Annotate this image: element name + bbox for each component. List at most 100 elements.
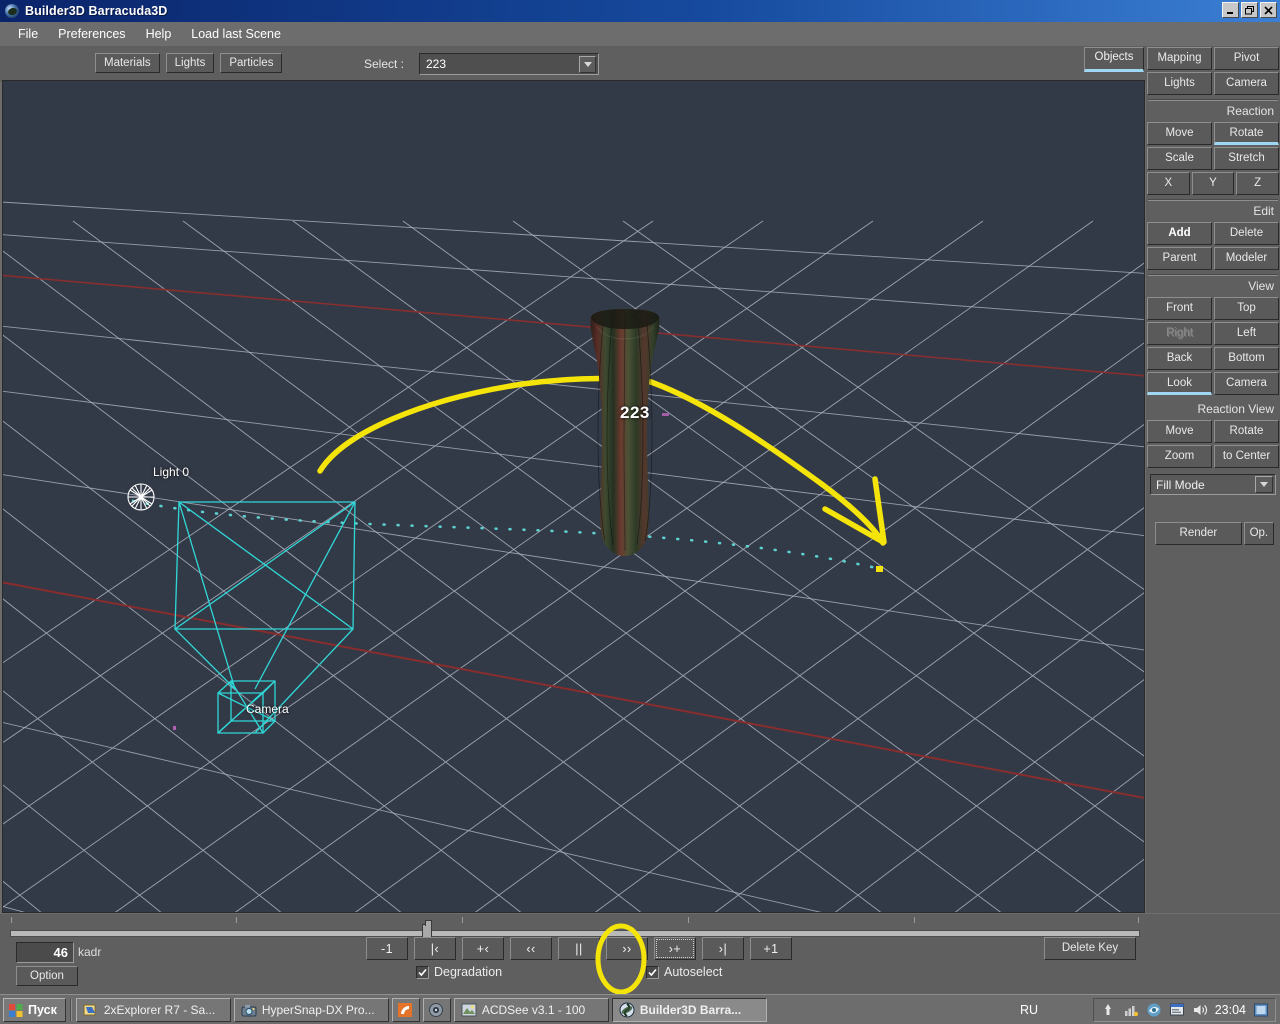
menu-item-help[interactable]: Help xyxy=(136,25,182,43)
render-options-button[interactable]: Op. xyxy=(1244,522,1274,545)
taskbar-item-label: 2xExplorer R7 - Sa... xyxy=(104,1003,215,1017)
view-front-button[interactable]: Front xyxy=(1147,297,1212,320)
timeline-track[interactable] xyxy=(10,930,1140,937)
degradation-checkbox-row[interactable]: Degradation xyxy=(416,965,502,979)
autoselect-checkbox-row[interactable]: Autoselect xyxy=(646,965,722,979)
menu-item-preferences[interactable]: Preferences xyxy=(48,25,135,43)
option-button[interactable]: Option xyxy=(16,966,78,986)
ground-grid-rows xyxy=(3,199,1145,913)
display-icon[interactable] xyxy=(1253,1002,1269,1018)
tab-objects[interactable]: Objects xyxy=(1084,47,1144,72)
render-row: Render Op. xyxy=(1154,521,1275,546)
taskbar-divider xyxy=(70,999,72,1021)
degradation-label: Degradation xyxy=(434,965,502,979)
app-logo-icon xyxy=(4,3,20,19)
play-forward-button[interactable]: ›› xyxy=(606,937,648,960)
axis-y-button[interactable]: Y xyxy=(1192,172,1235,195)
axis-x-button[interactable]: X xyxy=(1147,172,1190,195)
minimize-button[interactable] xyxy=(1222,2,1239,18)
view-look-button[interactable]: Look xyxy=(1147,372,1212,395)
taskbar-item-label: HyperSnap-DX Pro... xyxy=(262,1003,375,1017)
restore-button[interactable] xyxy=(1241,2,1258,18)
windows-logo-icon xyxy=(8,1002,24,1018)
browser-icon[interactable] xyxy=(1146,1002,1162,1018)
go-to-start-button[interactable]: |‹ xyxy=(414,937,456,960)
panel-tabs: Mapping Pivot Lights Camera xyxy=(1146,46,1280,96)
view-right-button: Right xyxy=(1147,322,1212,345)
tab-pivot[interactable]: Pivot xyxy=(1214,47,1279,70)
fill-mode-dropdown[interactable]: Fill Mode xyxy=(1150,474,1276,495)
frame-number-field[interactable]: 46 xyxy=(16,942,74,963)
taskbar-item-acdsee[interactable]: ACDSee v3.1 - 100 xyxy=(454,998,609,1022)
menu-item-file[interactable]: File xyxy=(8,25,48,43)
taskbar-item-hypersnap[interactable]: HyperSnap-DX Pro... xyxy=(234,998,389,1022)
autoselect-checkbox[interactable] xyxy=(646,966,659,979)
window-icon[interactable] xyxy=(1169,1002,1185,1018)
axis-z-button[interactable]: Z xyxy=(1236,172,1279,195)
network-icon[interactable] xyxy=(1123,1002,1139,1018)
volume-icon[interactable] xyxy=(1192,1002,1208,1018)
app-logo-icon xyxy=(619,1002,635,1018)
menu-item-load-last-scene[interactable]: Load last Scene xyxy=(181,25,291,43)
chevron-down-icon[interactable] xyxy=(579,56,596,73)
select-label: Select : xyxy=(364,57,404,71)
reaction-scale-button[interactable]: Scale xyxy=(1147,147,1212,170)
play-backward-button[interactable]: ‹‹ xyxy=(510,937,552,960)
step-back-one-button[interactable]: -1 xyxy=(366,937,408,960)
marker-points xyxy=(173,413,669,913)
view-left-button[interactable]: Left xyxy=(1214,322,1279,345)
view-bottom-button[interactable]: Bottom xyxy=(1214,347,1279,370)
edit-add-button[interactable]: Add xyxy=(1147,222,1212,245)
frame-unit-label: kadr xyxy=(78,945,101,959)
viewport-3d[interactable]: Light 0 Camera 223 xyxy=(2,80,1145,913)
edit-delete-button[interactable]: Delete xyxy=(1214,222,1279,245)
view-back-button[interactable]: Back xyxy=(1147,347,1212,370)
clock[interactable]: 23:04 xyxy=(1215,1003,1246,1017)
camera-frustum xyxy=(175,502,355,733)
viewport-scene xyxy=(3,81,1145,913)
taskbar-item-2xexplorer[interactable]: 2xExplorer R7 - Sa... xyxy=(76,998,231,1022)
tab-mapping[interactable]: Mapping xyxy=(1147,47,1212,70)
language-indicator[interactable]: RU xyxy=(1020,1003,1038,1017)
go-to-end-button[interactable]: ›| xyxy=(702,937,744,960)
edit-parent-button[interactable]: Parent xyxy=(1147,247,1212,270)
application-window: Builder3D Barracuda3D File Preferences H… xyxy=(0,0,1280,1024)
start-button[interactable]: Пуск xyxy=(3,998,66,1022)
delete-key-button[interactable]: Delete Key xyxy=(1044,937,1136,960)
view-section-title: View xyxy=(1146,277,1280,296)
next-key-button[interactable]: ›+ xyxy=(654,937,696,960)
render-button[interactable]: Render xyxy=(1155,522,1242,545)
reaction-move-button[interactable]: Move xyxy=(1147,122,1212,145)
chevron-down-icon[interactable] xyxy=(1255,476,1273,493)
taskbar-item-label: Builder3D Barra... xyxy=(640,1003,741,1017)
reaction-view-to-center-button[interactable]: to Center xyxy=(1214,445,1279,468)
lights-button[interactable]: Lights xyxy=(166,53,215,73)
explorer-icon xyxy=(83,1002,99,1018)
divider xyxy=(1148,274,1278,276)
step-forward-one-button[interactable]: +1 xyxy=(750,937,792,960)
system-tray: 23:04 xyxy=(1093,998,1276,1022)
keyboard-icon[interactable] xyxy=(1100,1002,1116,1018)
reaction-view-move-button[interactable]: Move xyxy=(1147,420,1212,443)
object-select-dropdown[interactable]: 223 xyxy=(419,53,599,75)
particles-button[interactable]: Particles xyxy=(220,53,282,73)
reaction-view-zoom-button[interactable]: Zoom xyxy=(1147,445,1212,468)
taskbar-item-builder3d[interactable]: Builder3D Barra... xyxy=(612,998,767,1022)
tab-camera[interactable]: Camera xyxy=(1214,72,1279,95)
materials-button[interactable]: Materials xyxy=(95,53,160,73)
pause-button[interactable]: || xyxy=(558,937,600,960)
close-button[interactable] xyxy=(1260,2,1277,18)
divider xyxy=(1148,199,1278,201)
degradation-checkbox[interactable] xyxy=(416,966,429,979)
light-gizmo xyxy=(128,484,154,510)
reaction-rotate-button[interactable]: Rotate xyxy=(1214,122,1279,145)
taskbar-item-circle-app[interactable] xyxy=(423,998,451,1022)
previous-key-button[interactable]: +‹ xyxy=(462,937,504,960)
edit-modeler-button[interactable]: Modeler xyxy=(1214,247,1279,270)
tab-lights[interactable]: Lights xyxy=(1147,72,1212,95)
taskbar-item-orange-app[interactable] xyxy=(392,998,420,1022)
view-top-button[interactable]: Top xyxy=(1214,297,1279,320)
reaction-view-rotate-button[interactable]: Rotate xyxy=(1214,420,1279,443)
reaction-stretch-button[interactable]: Stretch xyxy=(1214,147,1279,170)
view-camera-button[interactable]: Camera xyxy=(1214,372,1279,395)
